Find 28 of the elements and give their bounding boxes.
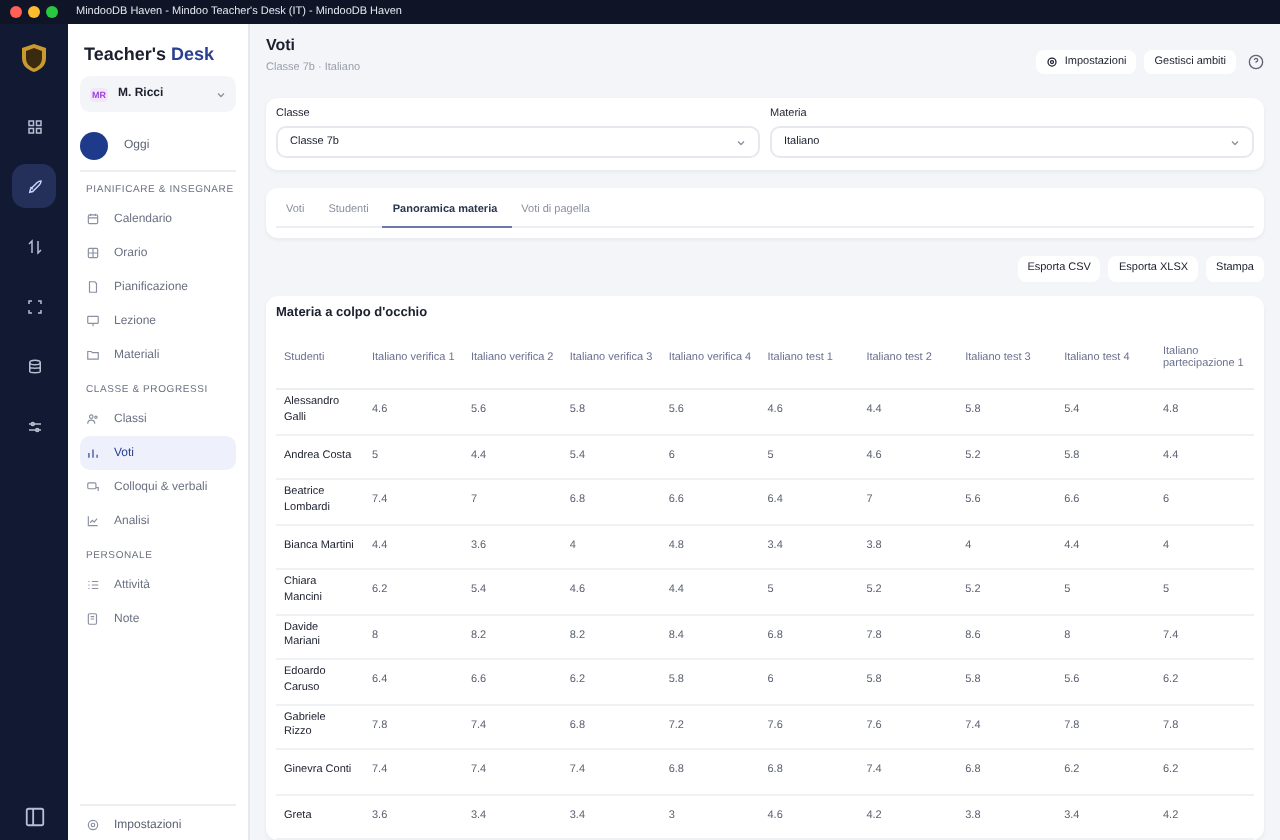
- settings-icon: [1046, 56, 1059, 68]
- swap-icon: [25, 237, 43, 255]
- chevron-down-icon: [736, 137, 746, 147]
- grid-icon: [25, 117, 43, 135]
- app-brand: Teacher's Desk: [82, 44, 217, 64]
- chevron-down-icon: [216, 89, 226, 99]
- settings-icon: [86, 818, 100, 832]
- note-icon: [86, 612, 100, 626]
- users-icon: [86, 412, 100, 426]
- bar-chart-icon: [86, 446, 100, 460]
- page-title: Voti: [266, 36, 298, 54]
- line-chart-icon: [86, 514, 100, 528]
- chat-icon: [86, 480, 100, 494]
- scan-icon: [25, 297, 43, 315]
- rail-button[interactable]: [12, 164, 56, 208]
- calendar-icon: [86, 212, 100, 226]
- chevron-down-icon: [1230, 137, 1240, 147]
- sidebar-toggle-icon[interactable]: [23, 806, 45, 828]
- database-icon: [25, 357, 43, 375]
- sliders-icon: [25, 417, 43, 435]
- help-icon[interactable]: [1248, 54, 1264, 70]
- checklist-icon: [86, 578, 100, 592]
- folder-icon: [86, 348, 100, 362]
- avatar-circle: [80, 132, 108, 160]
- shield-logo-icon: [22, 44, 46, 72]
- grid-icon: [86, 246, 100, 260]
- presentation-icon: [86, 314, 100, 328]
- document-icon: [86, 280, 100, 294]
